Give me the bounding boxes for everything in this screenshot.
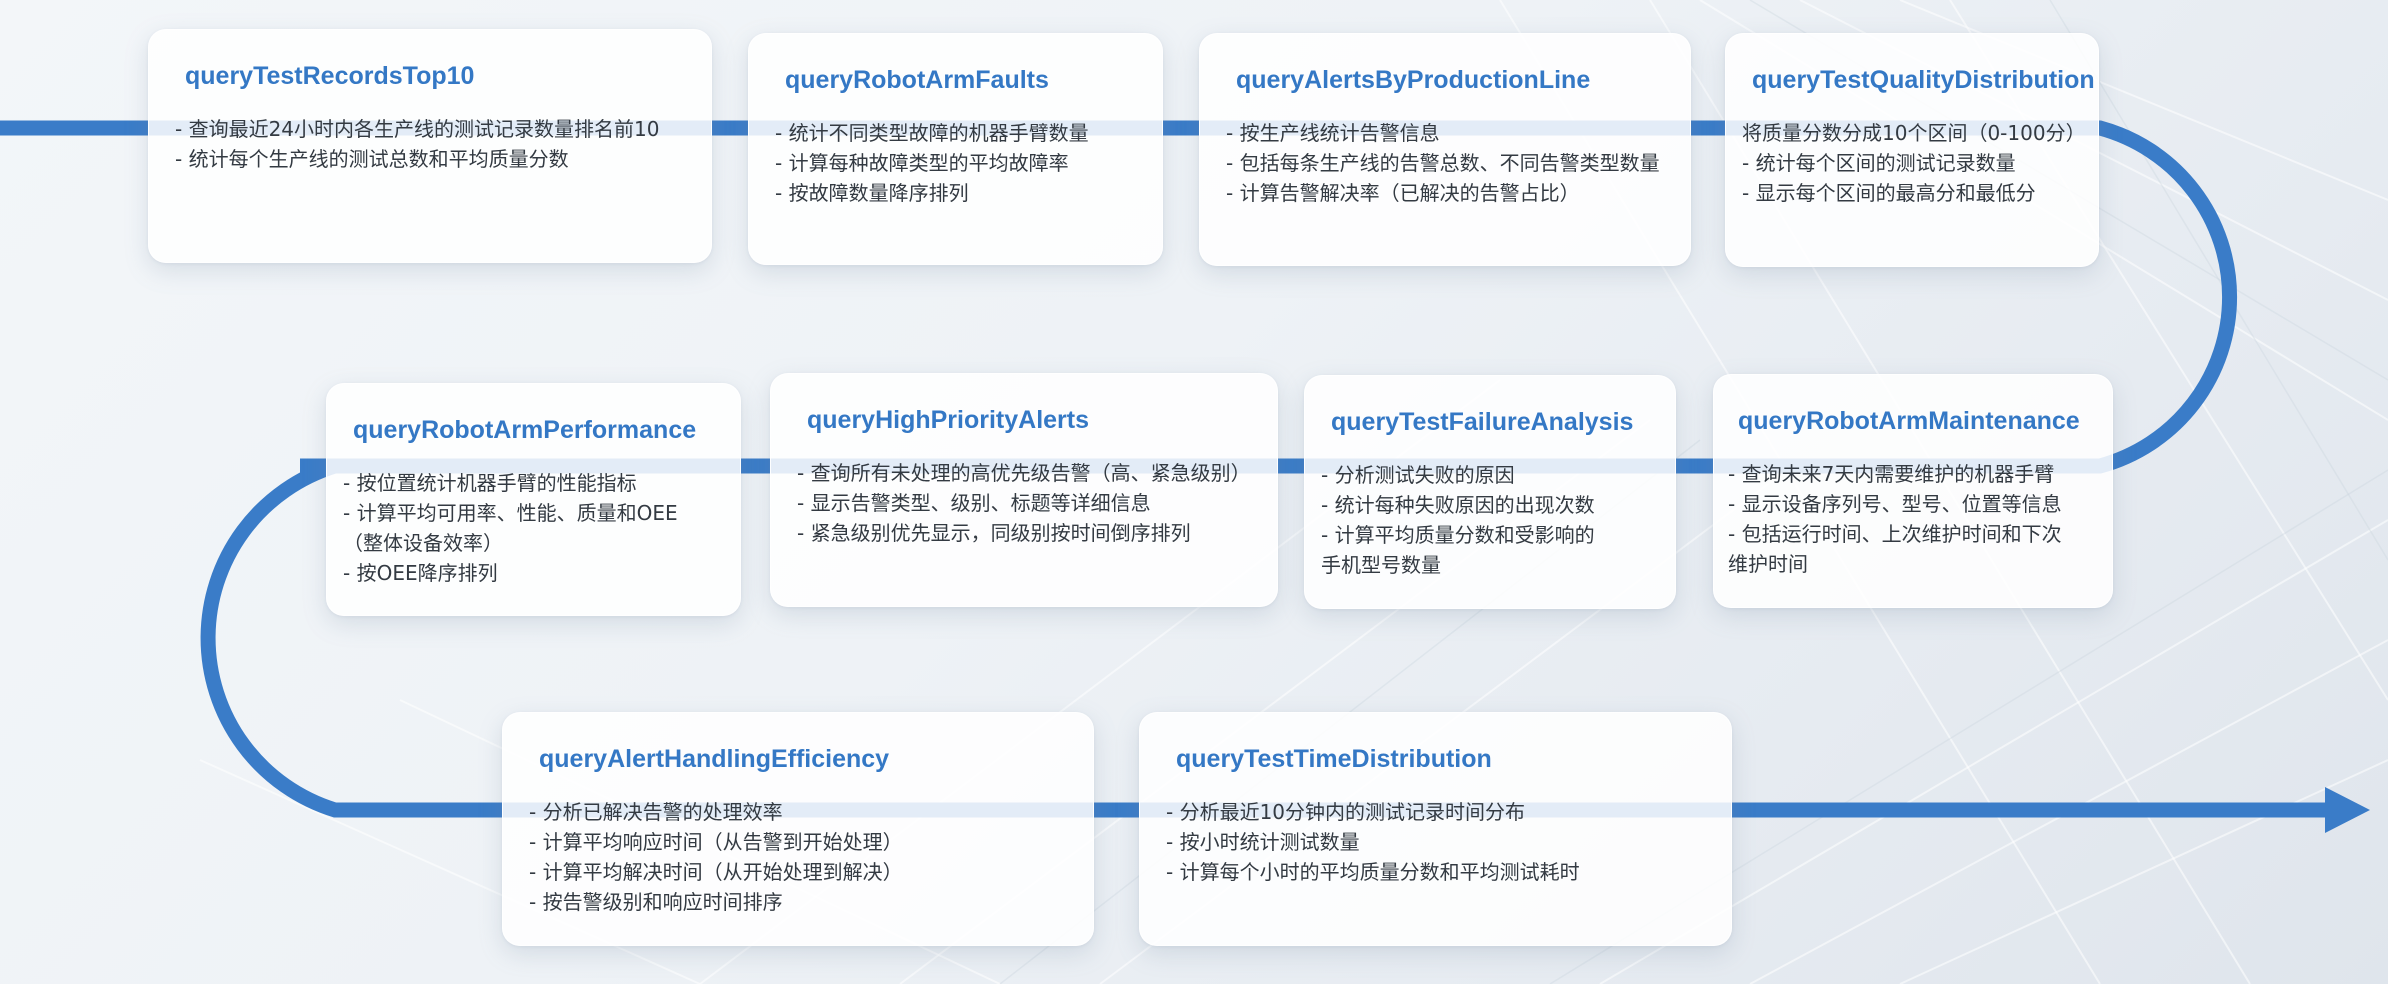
card-line: 手机型号数量 — [1321, 553, 1441, 577]
card-line: - 分析已解决告警的处理效率 — [529, 800, 783, 824]
card-line: - 查询所有未处理的高优先级告警（高、紧急级别） — [797, 461, 1251, 485]
card-line: - 分析最近10分钟内的测试记录时间分布 — [1166, 800, 1526, 824]
card-title: queryAlertHandlingEfficiency — [539, 745, 890, 773]
card-title: queryTestFailureAnalysis — [1331, 408, 1634, 436]
card-line: - 显示每个区间的最高分和最低分 — [1742, 181, 2036, 205]
card-line: - 计算每个小时的平均质量分数和平均测试耗时 — [1166, 860, 1580, 884]
card-line: - 查询未来7天内需要维护的机器手臂 — [1728, 462, 2055, 486]
card-line: - 分析测试失败的原因 — [1321, 463, 1515, 487]
card-line: - 按故障数量降序排列 — [775, 181, 969, 205]
card-line: - 计算平均可用率、性能、质量和OEE — [343, 501, 678, 525]
card-title: queryHighPriorityAlerts — [807, 406, 1090, 434]
card-line: - 紧急级别优先显示，同级别按时间倒序排列 — [797, 521, 1191, 545]
card-line: - 显示告警类型、级别、标题等详细信息 — [797, 491, 1151, 515]
card-query-test-quality-distribution[interactable]: queryTestQualityDistribution 将质量分数分成10个区… — [1725, 33, 2099, 267]
card-line: - 计算平均响应时间（从告警到开始处理） — [529, 830, 903, 854]
card-line: - 按告警级别和响应时间排序 — [529, 890, 783, 914]
card-query-high-priority-alerts[interactable]: queryHighPriorityAlerts - 查询所有未处理的高优先级告警… — [770, 373, 1278, 607]
card-query-robot-arm-maintenance[interactable]: queryRobotArmMaintenance - 查询未来7天内需要维护的机… — [1713, 374, 2113, 608]
card-title: queryRobotArmPerformance — [353, 416, 697, 444]
card-query-test-time-distribution[interactable]: queryTestTimeDistribution - 分析最近10分钟内的测试… — [1139, 712, 1732, 946]
card-line: - 计算平均质量分数和受影响的 — [1321, 523, 1595, 547]
card-title: queryTestQualityDistribution — [1752, 66, 2095, 94]
card-line: - 统计每个区间的测试记录数量 — [1742, 151, 2016, 175]
card-title: queryRobotArmMaintenance — [1738, 407, 2080, 435]
card-line: - 统计不同类型故障的机器手臂数量 — [775, 121, 1089, 145]
card-query-robot-arm-performance[interactable]: queryRobotArmPerformance - 按位置统计机器手臂的性能指… — [326, 383, 741, 616]
card-line: - 按位置统计机器手臂的性能指标 — [343, 471, 637, 495]
card-query-alert-handling-efficiency[interactable]: queryAlertHandlingEfficiency - 分析已解决告警的处… — [502, 712, 1094, 946]
card-query-alerts-by-production-line[interactable]: queryAlertsByProductionLine - 按生产线统计告警信息… — [1199, 33, 1691, 266]
flow-arrow-head — [2325, 787, 2370, 833]
card-line: - 统计每个生产线的测试总数和平均质量分数 — [175, 147, 569, 171]
card-line: - 包括运行时间、上次维护时间和下次 — [1728, 522, 2062, 546]
card-title: queryRobotArmFaults — [785, 66, 1049, 94]
card-line: - 统计每种失败原因的出现次数 — [1321, 493, 1595, 517]
card-line: 将质量分数分成10个区间（0-100分） — [1742, 121, 2086, 145]
card-line: - 显示设备序列号、型号、位置等信息 — [1728, 492, 2062, 516]
card-line: - 计算告警解决率（已解决的告警占比） — [1226, 181, 1580, 205]
card-query-test-records-top10[interactable]: queryTestRecordsTop10 - 查询最近24小时内各生产线的测试… — [148, 29, 712, 263]
card-line: - 包括每条生产线的告警总数、不同告警类型数量 — [1226, 151, 1660, 175]
card-query-robot-arm-faults[interactable]: queryRobotArmFaults - 统计不同类型故障的机器手臂数量 - … — [748, 33, 1163, 265]
card-query-test-failure-analysis[interactable]: queryTestFailureAnalysis - 分析测试失败的原因 - 统… — [1304, 375, 1676, 609]
card-title: queryTestRecordsTop10 — [185, 62, 475, 90]
card-title: queryAlertsByProductionLine — [1236, 66, 1591, 94]
card-line: - 按小时统计测试数量 — [1166, 830, 1360, 854]
card-title: queryTestTimeDistribution — [1176, 745, 1492, 773]
card-line: - 查询最近24小时内各生产线的测试记录数量排名前10 — [175, 117, 660, 141]
card-line: （整体设备效率） — [343, 531, 503, 555]
card-line: - 计算每种故障类型的平均故障率 — [775, 151, 1069, 175]
card-line: - 按OEE降序排列 — [343, 561, 498, 585]
card-line: - 按生产线统计告警信息 — [1226, 121, 1440, 145]
card-line: - 计算平均解决时间（从开始处理到解决） — [529, 860, 903, 884]
card-line: 维护时间 — [1728, 552, 1808, 576]
